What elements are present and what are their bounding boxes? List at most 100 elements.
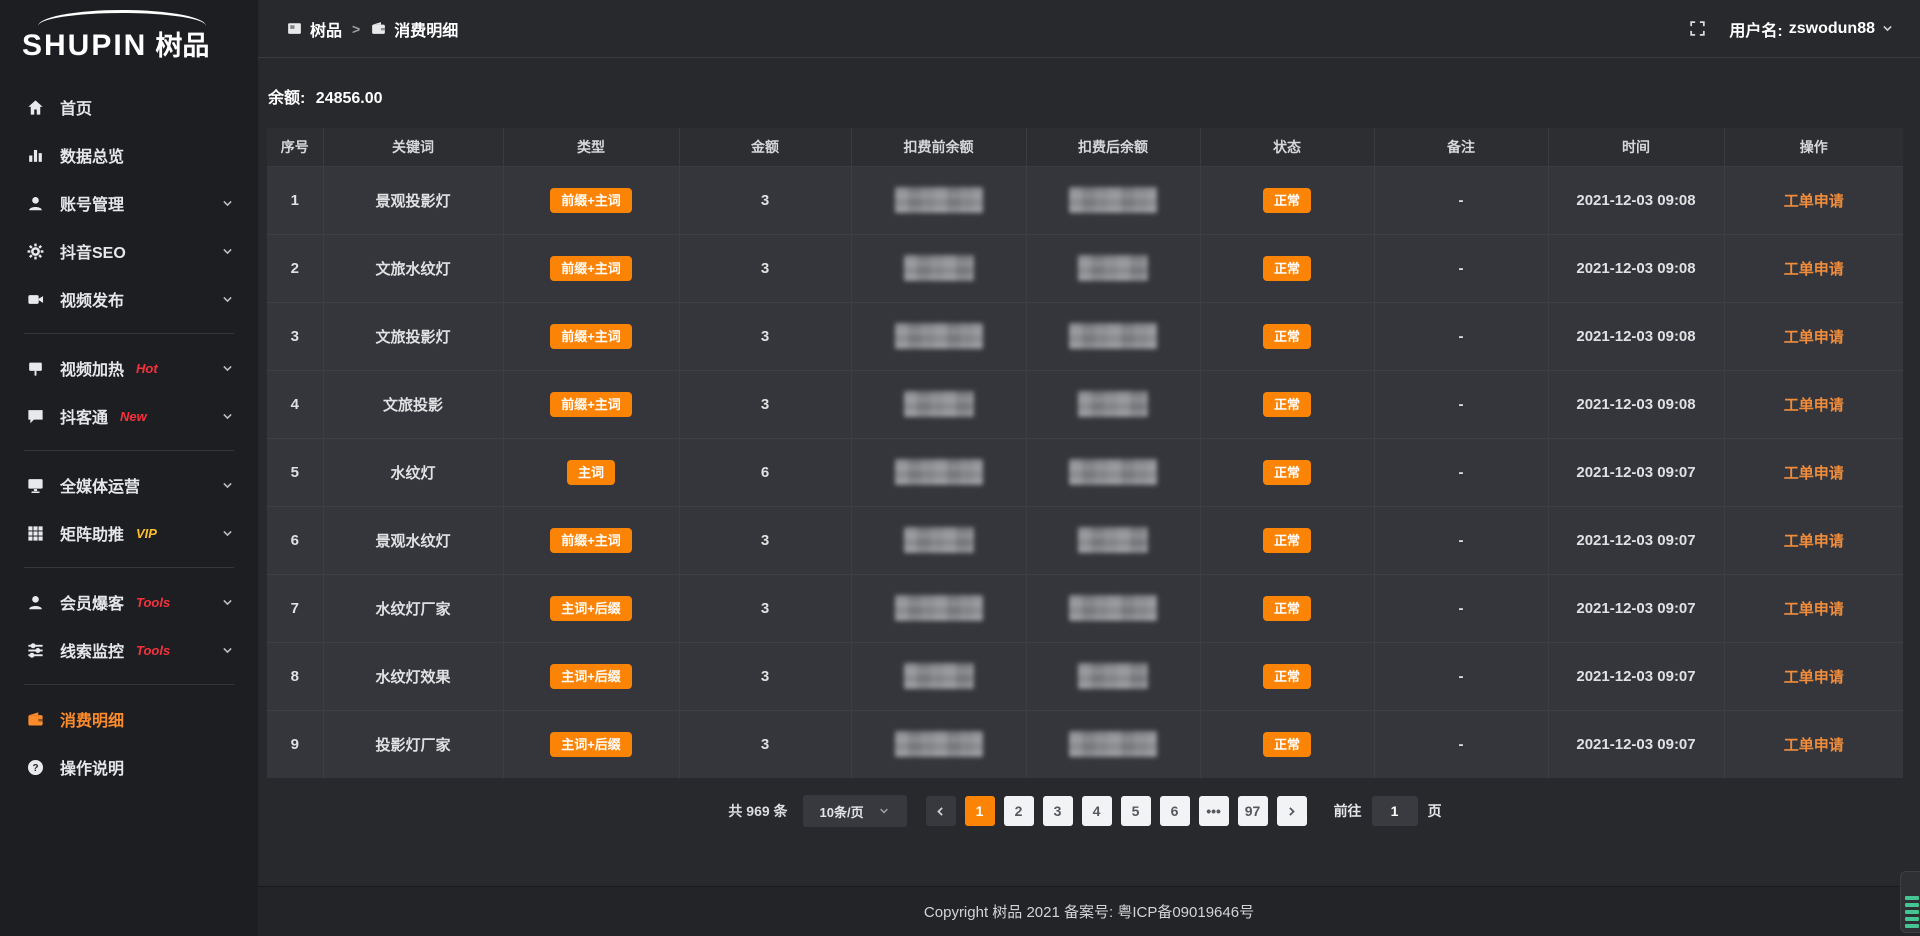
cell-amount: 3 xyxy=(679,370,851,438)
breadcrumb-label: 树品 xyxy=(310,17,342,41)
sidebar-item-0[interactable]: 首页 xyxy=(0,83,258,131)
masked-balance-before xyxy=(895,459,983,485)
ticket-request-link[interactable]: 工单申请 xyxy=(1784,465,1844,482)
sidebar-item-3[interactable]: 抖音SEO xyxy=(0,227,258,275)
chevron-down-icon xyxy=(221,410,234,423)
page-size-select[interactable]: 10条/页 xyxy=(803,795,907,827)
sidebar-item-8[interactable]: 矩阵助推 VIP xyxy=(0,509,258,557)
breadcrumb: 树品 > 消费明细 xyxy=(286,17,458,41)
page-button-3[interactable]: 3 xyxy=(1043,796,1073,826)
user-menu[interactable]: 用户名: zswodun88 xyxy=(1729,17,1894,41)
sidebar-item-label: 消费明细 xyxy=(60,707,124,731)
sidebar-item-2[interactable]: 账号管理 xyxy=(0,179,258,227)
sidebar-nav: 首页 数据总览 账号管理 抖音SEO 视频发布 视频加热 Hot 抖客通 New xyxy=(0,83,258,936)
ticket-request-link[interactable]: 工单申请 xyxy=(1784,397,1844,414)
sidebar-item-7[interactable]: 全媒体运营 xyxy=(0,461,258,509)
fullscreen-icon[interactable] xyxy=(1688,19,1707,38)
page-button-5[interactable]: 5 xyxy=(1121,796,1151,826)
cell-index: 4 xyxy=(267,370,323,438)
chevron-down-icon xyxy=(221,527,234,540)
more-pages-button[interactable]: ••• xyxy=(1199,796,1229,826)
cell-amount: 3 xyxy=(679,642,851,710)
table-row: 3 文旅投影灯 前缀+主词 3 正常 - 2021-12-03 09:08 工单… xyxy=(267,302,1903,370)
sidebar-item-tag: Hot xyxy=(136,361,158,376)
sidebar-item-label: 首页 xyxy=(60,95,92,119)
ticket-request-link[interactable]: 工单申请 xyxy=(1784,737,1844,754)
table-header-row: 序号关键词类型金额扣费前余额扣费后余额状态备注时间操作 xyxy=(267,128,1903,166)
cell-time: 2021-12-03 09:08 xyxy=(1548,302,1724,370)
ticket-request-link[interactable]: 工单申请 xyxy=(1784,193,1844,210)
cell-remark: - xyxy=(1374,166,1548,234)
page-size-value: 10条/页 xyxy=(820,802,864,821)
page-button-1[interactable]: 1 xyxy=(965,796,995,826)
sidebar-item-9[interactable]: 会员爆客 Tools xyxy=(0,578,258,626)
cell-time: 2021-12-03 09:07 xyxy=(1548,574,1724,642)
table-row: 4 文旅投影 前缀+主词 3 正常 - 2021-12-03 09:08 工单申… xyxy=(267,370,1903,438)
masked-balance-before xyxy=(895,595,983,621)
column-header-2: 类型 xyxy=(503,128,679,166)
pagination: 共 969 条 10条/页 123456•••97 前往 页 xyxy=(267,795,1903,827)
chevron-down-icon xyxy=(221,197,234,210)
sidebar-item-10[interactable]: 线索监控 Tools xyxy=(0,626,258,674)
cell-time: 2021-12-03 09:07 xyxy=(1548,438,1724,506)
cell-amount: 3 xyxy=(679,506,851,574)
status-badge: 正常 xyxy=(1263,460,1311,485)
sidebar-item-12[interactable]: 操作说明 xyxy=(0,743,258,791)
chat-icon xyxy=(26,407,45,426)
sidebar-item-11[interactable]: 消费明细 xyxy=(0,695,258,743)
chevron-right-icon xyxy=(1285,805,1298,818)
cell-keyword: 文旅投影灯 xyxy=(323,302,503,370)
wallet-icon xyxy=(370,20,387,37)
cell-time: 2021-12-03 09:08 xyxy=(1548,166,1724,234)
masked-balance-after xyxy=(1078,391,1148,417)
page-button-2[interactable]: 2 xyxy=(1004,796,1034,826)
breadcrumb-item-app[interactable]: 树品 xyxy=(286,17,342,41)
sidebar-item-1[interactable]: 数据总览 xyxy=(0,131,258,179)
video-icon xyxy=(26,290,45,309)
masked-balance-after xyxy=(1069,323,1157,349)
next-page-button[interactable] xyxy=(1277,796,1307,826)
floating-widget[interactable] xyxy=(1900,871,1920,933)
grid-icon xyxy=(26,524,45,543)
prev-page-button[interactable] xyxy=(926,796,956,826)
sidebar-item-tag: VIP xyxy=(136,526,157,541)
chevron-down-icon xyxy=(1881,22,1894,35)
masked-balance-after xyxy=(1069,595,1157,621)
ticket-request-link[interactable]: 工单申请 xyxy=(1784,533,1844,550)
sidebar-item-5[interactable]: 视频加热 Hot xyxy=(0,344,258,392)
heat-icon xyxy=(26,359,45,378)
ticket-request-link[interactable]: 工单申请 xyxy=(1784,669,1844,686)
cell-amount: 3 xyxy=(679,166,851,234)
breadcrumb-item-current[interactable]: 消费明细 xyxy=(370,17,458,41)
page-buttons: 123456 ••• 97 xyxy=(965,796,1268,826)
table-row: 7 水纹灯厂家 主词+后缀 3 正常 - 2021-12-03 09:07 工单… xyxy=(267,574,1903,642)
masked-balance-after xyxy=(1069,731,1157,757)
type-badge: 前缀+主词 xyxy=(550,392,632,417)
sidebar-item-4[interactable]: 视频发布 xyxy=(0,275,258,323)
type-badge: 前缀+主词 xyxy=(550,256,632,281)
column-header-0: 序号 xyxy=(267,128,323,166)
masked-balance-before xyxy=(904,663,974,689)
table-body: 1 景观投影灯 前缀+主词 3 正常 - 2021-12-03 09:08 工单… xyxy=(267,166,1903,778)
page-button-6[interactable]: 6 xyxy=(1160,796,1190,826)
ticket-request-link[interactable]: 工单申请 xyxy=(1784,261,1844,278)
column-header-5: 扣费后余额 xyxy=(1026,128,1200,166)
table-row: 8 水纹灯效果 主词+后缀 3 正常 - 2021-12-03 09:07 工单… xyxy=(267,642,1903,710)
sidebar-item-label: 会员爆客 xyxy=(60,590,124,614)
chevron-down-icon xyxy=(221,245,234,258)
cell-amount: 6 xyxy=(679,438,851,506)
cell-remark: - xyxy=(1374,710,1548,778)
cell-remark: - xyxy=(1374,574,1548,642)
cell-time: 2021-12-03 09:07 xyxy=(1548,506,1724,574)
cell-time: 2021-12-03 09:07 xyxy=(1548,642,1724,710)
jump-page-input[interactable] xyxy=(1372,796,1418,826)
ticket-request-link[interactable]: 工单申请 xyxy=(1784,329,1844,346)
member-icon xyxy=(26,593,45,612)
page-button-97[interactable]: 97 xyxy=(1238,796,1268,826)
sidebar-item-6[interactable]: 抖客通 New xyxy=(0,392,258,440)
chevron-down-icon xyxy=(878,805,890,817)
sidebar-item-label: 账号管理 xyxy=(60,191,124,215)
sidebar-item-label: 线索监控 xyxy=(60,638,124,662)
ticket-request-link[interactable]: 工单申请 xyxy=(1784,601,1844,618)
page-button-4[interactable]: 4 xyxy=(1082,796,1112,826)
